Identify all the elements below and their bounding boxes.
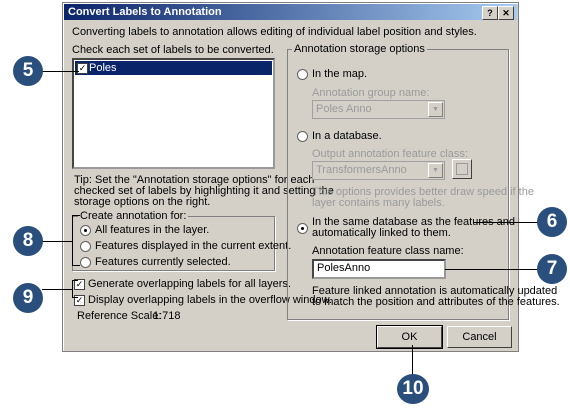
callout-bracket-9-top [72, 280, 78, 281]
callout-bracket-8-top [72, 215, 80, 216]
callout-line-8 [42, 241, 72, 242]
intro-text: Converting labels to annotation allows e… [72, 26, 477, 38]
folder-icon [456, 163, 468, 175]
callout-line-7 [445, 269, 540, 270]
close-button[interactable]: ✕ [498, 6, 514, 20]
callout-bracket-8 [72, 215, 73, 266]
callout-6: 6 [537, 207, 567, 237]
callout-bracket-9 [72, 280, 73, 298]
option-currently-selected: Features currently selected. [95, 256, 231, 268]
storage-options-title: Annotation storage options [292, 43, 427, 55]
in-map-label: In the map. [312, 68, 368, 80]
create-for-title: Create annotation for: [78, 210, 189, 222]
in-database-label: In a database. [312, 130, 382, 142]
linked-note-2: to match the position and attributes of … [312, 296, 560, 308]
help-button[interactable]: ? [482, 6, 498, 20]
callout-10: 10 [397, 374, 429, 404]
class-name-label: Annotation feature class name: [312, 245, 464, 257]
radio-in-map[interactable] [297, 69, 308, 80]
create-for-group: Create annotation for: All features in t… [72, 210, 291, 271]
callout-line-10 [412, 345, 413, 375]
callout-bracket-8-bottom [72, 265, 80, 266]
list-item[interactable]: ✓ Poles [75, 61, 272, 75]
storage-options-group: Annotation storage options In the map. A… [287, 43, 560, 320]
option-all-features: All features in the layer. [95, 224, 210, 236]
db-note-2: layer contains many labels. [312, 197, 445, 209]
ok-button[interactable]: OK [376, 325, 443, 349]
convert-labels-dialog: Convert Labels to Annotation ? ✕ Convert… [62, 2, 560, 352]
check-label: Check each set of labels to be converted… [72, 44, 274, 56]
radio-current-extent[interactable] [80, 241, 91, 252]
output-class-label: Output annotation feature class: [312, 148, 468, 160]
callout-8: 8 [13, 226, 43, 256]
radio-all-features[interactable] [80, 225, 91, 236]
class-name-input[interactable] [312, 259, 446, 279]
tip-line-3: storage options on the right. [74, 196, 211, 208]
callout-5: 5 [13, 56, 43, 86]
radio-in-database[interactable] [297, 131, 308, 142]
title-bar: Convert Labels to Annotation ? ✕ [64, 4, 517, 20]
reference-scale-value: 1:718 [153, 310, 181, 322]
output-class-combo[interactable]: TransformersAnno ▼ [312, 161, 445, 180]
group-name-combo[interactable]: Poles Anno ▼ [312, 100, 445, 119]
label-set-name: Poles [89, 62, 117, 74]
callout-9: 9 [13, 283, 43, 313]
option-current-extent: Features displayed in the current extent… [95, 240, 292, 252]
browse-button[interactable] [452, 159, 472, 179]
group-name-label: Annotation group name: [312, 87, 430, 99]
output-class-value: TransformersAnno [316, 164, 407, 176]
callout-line-9 [42, 289, 72, 290]
radio-same-database[interactable] [297, 223, 308, 234]
dialog-title: Convert Labels to Annotation [68, 6, 222, 18]
radio-currently-selected[interactable] [80, 257, 91, 268]
cancel-button[interactable]: Cancel [447, 326, 512, 348]
callout-line-5 [41, 71, 79, 72]
generate-overlap-label: Generate overlapping labels for all laye… [88, 278, 292, 290]
reference-scale-label: Reference Scale: [77, 310, 162, 322]
label-set-checkbox[interactable]: ✓ [77, 63, 88, 74]
callout-7: 7 [537, 254, 567, 284]
group-name-value: Poles Anno [316, 103, 372, 115]
dropdown-arrow-icon[interactable]: ▼ [428, 163, 443, 178]
callout-bracket-9-bottom [72, 297, 78, 298]
dropdown-arrow-icon[interactable]: ▼ [428, 102, 443, 117]
same-db-label-2: automatically linked to them. [312, 227, 451, 239]
label-sets-list[interactable]: ✓ Poles [72, 58, 275, 169]
class-name-field[interactable] [314, 261, 444, 275]
callout-line-6 [474, 222, 540, 223]
